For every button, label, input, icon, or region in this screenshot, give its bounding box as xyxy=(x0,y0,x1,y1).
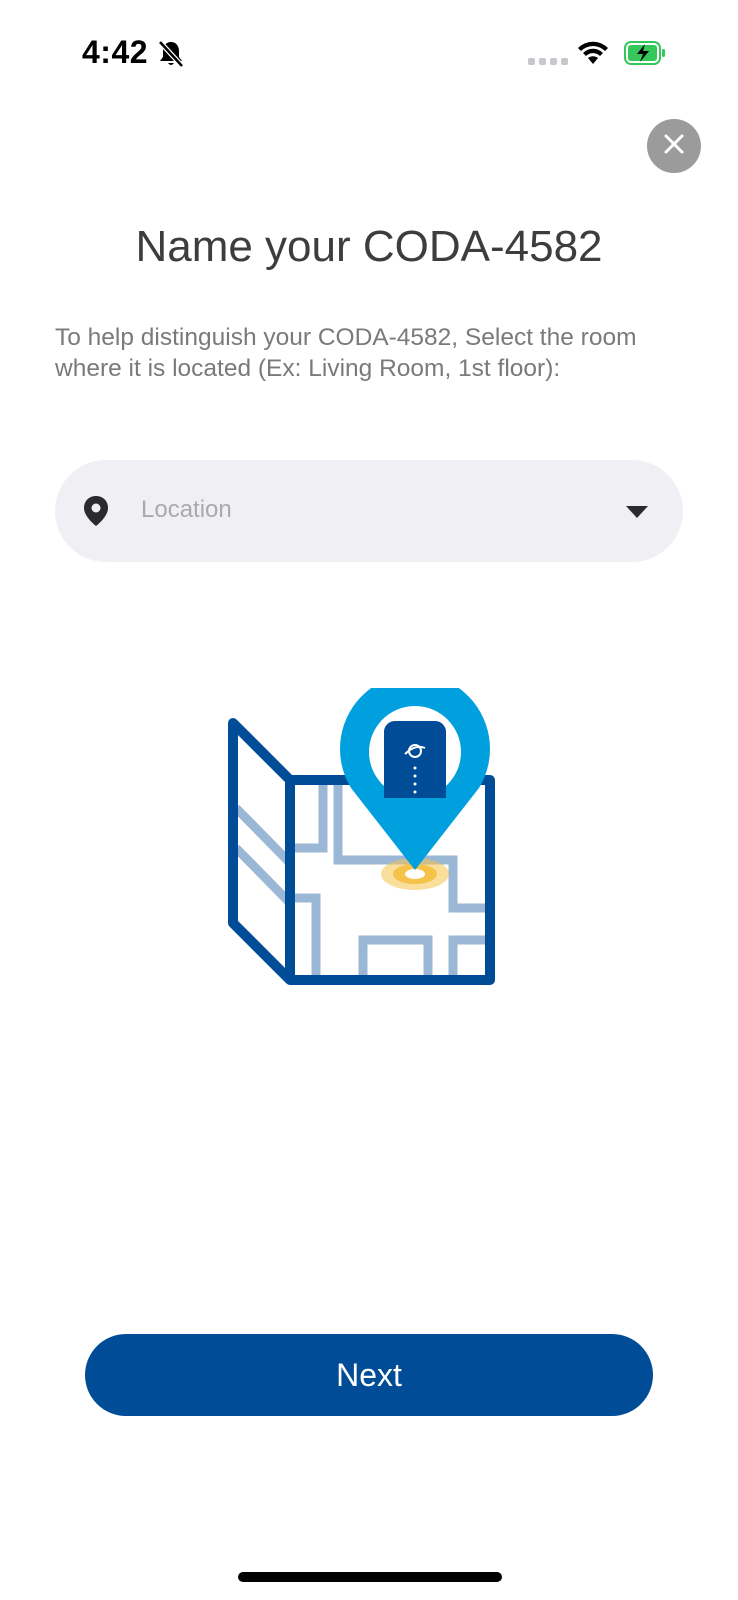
bell-slash-icon xyxy=(156,38,186,73)
home-indicator[interactable] xyxy=(238,1572,502,1582)
wifi-icon xyxy=(576,40,610,71)
page-title: Name your CODA-4582 xyxy=(135,222,603,271)
next-button[interactable]: Next xyxy=(85,1334,653,1416)
instruction-text: To help distinguish your CODA-4582, Sele… xyxy=(55,324,637,382)
close-icon xyxy=(663,133,685,160)
close-button[interactable] xyxy=(647,119,701,173)
signal-icon xyxy=(528,58,568,65)
chevron-down-icon xyxy=(625,504,649,525)
location-dropdown[interactable]: Location xyxy=(55,460,683,562)
battery-charging-icon xyxy=(624,40,666,71)
map-location-illustration xyxy=(228,673,518,1008)
location-placeholder: Location xyxy=(141,496,232,523)
location-pin-icon xyxy=(83,495,109,532)
status-bar: 4:42 xyxy=(0,0,738,110)
status-time: 4:42 xyxy=(82,34,149,70)
